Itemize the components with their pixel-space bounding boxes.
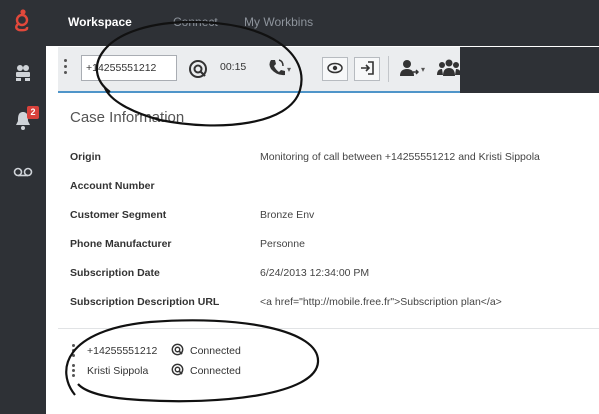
case-value: 6/24/2013 12:34:00 PM: [260, 267, 370, 279]
party-name: +14255551212: [87, 345, 158, 357]
case-row-origin: Origin Monitoring of call between +14255…: [70, 151, 599, 169]
case-label: Customer Segment: [70, 209, 167, 221]
case-row-phone-manufacturer: Phone Manufacturer Personne: [70, 238, 599, 256]
phone-number-field[interactable]: +14255551212: [81, 55, 177, 81]
left-rail: 2: [0, 0, 46, 414]
party-status: Connected: [190, 345, 241, 357]
case-value: Personne: [260, 238, 305, 250]
toolbar-divider: [388, 56, 389, 82]
party-item[interactable]: +14255551212 Connected: [72, 342, 372, 360]
case-value: Bronze Env: [260, 209, 315, 221]
transfer-dropdown[interactable]: ▾: [396, 58, 428, 80]
case-label: Origin: [70, 151, 101, 163]
call-action-icon: [267, 58, 285, 81]
top-navigation: Workspace Connect My Workbins: [46, 0, 599, 46]
exit-button[interactable]: [354, 57, 380, 81]
party-name: Kristi Sippola: [87, 365, 149, 377]
call-actions-dropdown[interactable]: ▾: [262, 58, 296, 80]
monitoring-icon: [171, 343, 184, 359]
conference-icon: [436, 59, 461, 80]
party-item[interactable]: Kristi Sippola Connected: [72, 362, 372, 380]
tab-my-workbins[interactable]: My Workbins: [244, 15, 313, 29]
case-label: Account Number: [70, 180, 155, 192]
case-row-subscription-url: Subscription Description URL <a href="ht…: [70, 296, 599, 314]
chevron-down-icon: ▾: [420, 64, 425, 74]
voicemail-button[interactable]: [0, 155, 46, 189]
case-information-title: Case Information: [70, 109, 185, 126]
chevron-down-icon: ▾: [286, 64, 291, 74]
case-information-panel: Case Information Origin Monitoring of ca…: [58, 95, 599, 325]
team-communicator-button[interactable]: [0, 56, 46, 90]
monitoring-icon: [188, 59, 208, 82]
monitoring-icon: [171, 363, 184, 379]
exit-icon: [360, 60, 374, 78]
call-timer: 00:15: [220, 61, 247, 73]
case-label: Subscription Description URL: [70, 296, 220, 308]
party-list: +14255551212 Connected Kristi Sippola Co…: [58, 328, 599, 414]
notification-count-badge: 2: [27, 106, 39, 119]
case-label: Subscription Date: [70, 267, 160, 279]
listen-icon: [327, 62, 343, 77]
case-row-account-number: Account Number: [70, 180, 599, 198]
voicemail-icon: [13, 166, 33, 178]
drag-handle-icon[interactable]: [72, 343, 75, 359]
notifications-button[interactable]: 2: [0, 104, 46, 138]
drag-handle-icon[interactable]: [72, 363, 75, 379]
monitoring-button[interactable]: [186, 59, 210, 82]
drag-handle-icon[interactable]: [64, 59, 68, 77]
case-row-customer-segment: Customer Segment Bronze Env: [70, 209, 599, 227]
case-row-subscription-date: Subscription Date 6/24/2013 12:34:00 PM: [70, 267, 599, 285]
case-label: Phone Manufacturer: [70, 238, 172, 250]
party-status: Connected: [190, 365, 241, 377]
genesys-logo-icon: [12, 8, 34, 36]
case-value: Monitoring of call between +14255551212 …: [260, 151, 540, 163]
case-value: <a href="http://mobile.free.fr">Subscrip…: [260, 296, 502, 308]
tab-workspace[interactable]: Workspace: [68, 15, 132, 29]
listen-button[interactable]: [322, 57, 348, 81]
transfer-icon: [399, 59, 420, 80]
tab-connect[interactable]: Connect: [173, 15, 218, 29]
toolbar-right-panel: [460, 47, 599, 93]
team-icon: [13, 63, 33, 83]
